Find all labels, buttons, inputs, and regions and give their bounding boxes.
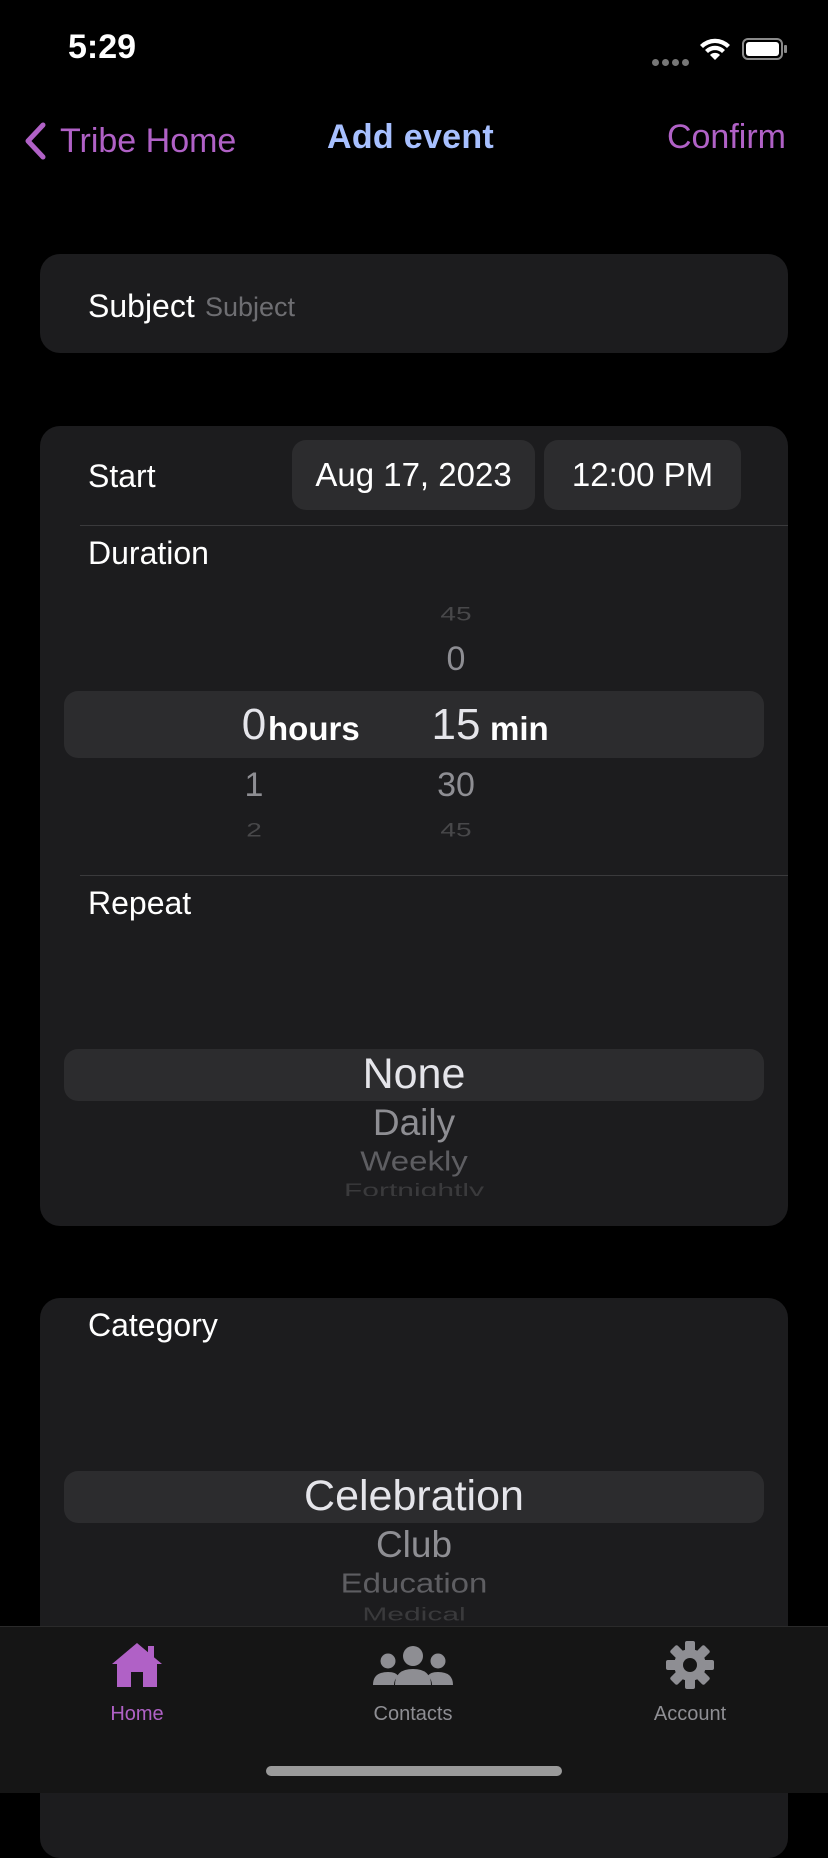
wifi-icon — [698, 36, 732, 62]
home-icon — [112, 1643, 162, 1687]
duration-label: Duration — [88, 535, 209, 571]
status-time: 5:29 — [68, 28, 137, 66]
divider — [80, 875, 788, 876]
hours-unit: hours — [268, 710, 360, 747]
subject-input[interactable] — [205, 290, 725, 324]
start-date-button[interactable]: Aug 17, 2023 — [292, 440, 535, 510]
minutes-option: 0 — [446, 640, 466, 678]
chevron-left-icon — [25, 122, 46, 160]
repeat-option: Daily — [372, 1102, 456, 1143]
back-button[interactable]: Tribe Home — [24, 118, 236, 164]
repeat-option: Fortnightly — [343, 1180, 485, 1196]
minutes-unit: min — [490, 710, 549, 747]
minutes-option: 45 — [440, 818, 472, 841]
minutes-selected: 15 — [431, 700, 481, 749]
category-option: Medical — [362, 1604, 466, 1625]
hours-option: 2 — [246, 818, 262, 841]
tab-account-label: Account — [653, 1703, 727, 1725]
minutes-option: 45 — [440, 602, 472, 625]
minutes-option: 30 — [437, 766, 475, 804]
page-title: Add event — [327, 118, 495, 156]
repeat-option: Weekly — [360, 1144, 468, 1177]
tab-contacts-label: Contacts — [373, 1703, 453, 1725]
divider — [80, 525, 788, 526]
hours-option: 1 — [244, 766, 264, 804]
category-option: Education — [340, 1566, 488, 1599]
tab-home[interactable]: Home — [37, 1639, 237, 1726]
repeat-picker[interactable]: None Daily Weekly Fortnightly — [64, 1040, 764, 1196]
tab-account[interactable]: Account — [590, 1639, 790, 1726]
tab-contacts[interactable]: Contacts — [313, 1639, 513, 1726]
subject-label: Subject — [88, 288, 195, 324]
start-label: Start — [88, 458, 156, 494]
category-picker[interactable]: Celebration Club Education Medical — [64, 1462, 764, 1626]
cellular-signal-icon — [652, 53, 692, 66]
category-label: Category — [88, 1307, 218, 1343]
battery-icon — [742, 38, 788, 60]
gear-icon — [666, 1641, 714, 1689]
start-time-button[interactable]: 12:00 PM — [544, 440, 741, 510]
contacts-icon — [373, 1646, 453, 1685]
confirm-button[interactable]: Confirm — [667, 118, 786, 157]
repeat-selected: None — [362, 1050, 466, 1098]
home-indicator — [266, 1766, 562, 1776]
category-option: Club — [375, 1524, 453, 1565]
back-button-label: Tribe Home — [60, 121, 237, 160]
category-selected: Celebration — [304, 1472, 524, 1520]
duration-picker[interactable]: 0 hours 1 2 45 0 15 min 30 45 — [64, 594, 764, 844]
repeat-label: Repeat — [88, 885, 192, 921]
tab-home-label: Home — [110, 1703, 164, 1725]
